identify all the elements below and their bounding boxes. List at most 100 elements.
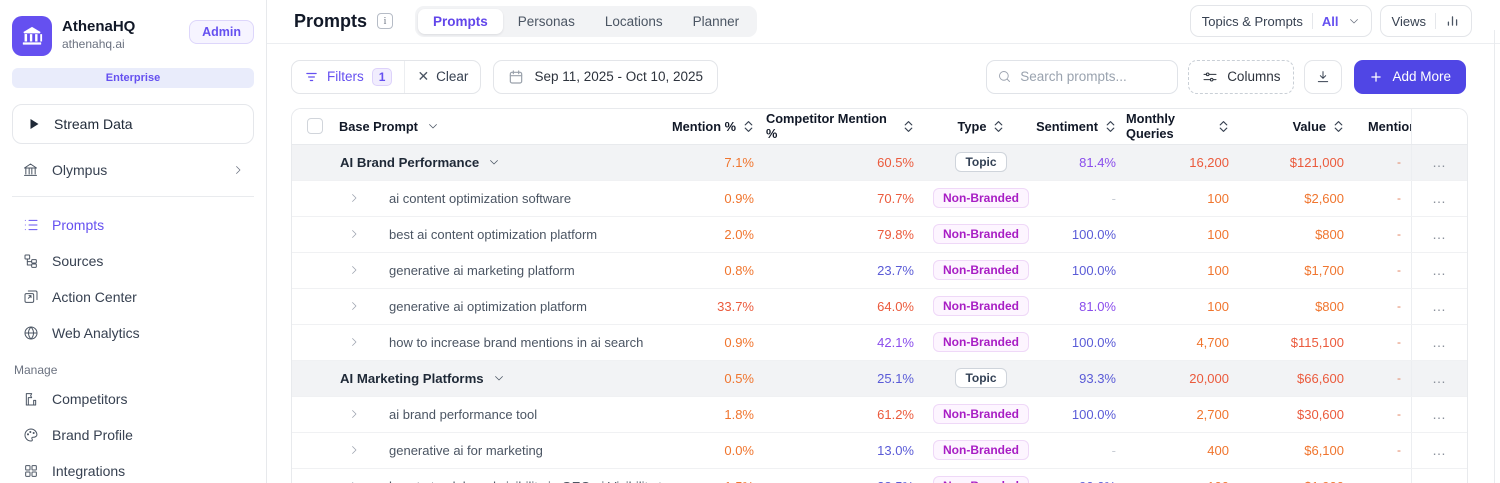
prompt-label: generative ai optimization platform xyxy=(389,298,587,314)
cell-competitor-mention: 23.7% xyxy=(877,262,914,278)
tree-icon xyxy=(22,253,39,269)
sidebar-item-integrations[interactable]: Integrations xyxy=(12,453,254,483)
prompt-label: how to increase brand mentions in ai sea… xyxy=(389,334,644,350)
sort-icon[interactable] xyxy=(1218,120,1229,133)
date-range-picker[interactable]: Sep 11, 2025 - Oct 10, 2025 xyxy=(493,59,719,94)
sort-icon[interactable] xyxy=(743,120,754,133)
workspace-header: AthenaHQ athenahq.ai Admin xyxy=(12,16,254,56)
table-row[interactable]: ai brand performance tool 1.8% 61.2% Non… xyxy=(292,396,1467,433)
prompt-label: ai content optimization software xyxy=(389,190,572,206)
col-mentions: Mentions xyxy=(1368,118,1411,134)
sort-icon[interactable] xyxy=(1105,120,1116,133)
cell-mention: 0.5% xyxy=(724,370,754,386)
sort-icon[interactable] xyxy=(1333,120,1344,133)
tab-planner[interactable]: Planner xyxy=(678,9,755,34)
select-all-checkbox[interactable] xyxy=(307,118,323,135)
table-row[interactable]: how to increase brand mentions in ai sea… xyxy=(292,324,1467,361)
plus-icon xyxy=(1369,70,1383,84)
topic-caret-icon[interactable] xyxy=(493,372,505,384)
type-badge: Non-Branded xyxy=(933,440,1029,461)
row-actions-button[interactable]: … xyxy=(1411,252,1467,288)
sidebar-item-action-center[interactable]: Action Center xyxy=(12,279,254,315)
row-actions-button[interactable]: … xyxy=(1411,468,1467,483)
admin-badge[interactable]: Admin xyxy=(189,20,254,44)
cell-competitor-mention: 70.7% xyxy=(877,190,914,206)
row-actions-button[interactable]: … xyxy=(1411,180,1467,216)
cell-sentiment: 100.0% xyxy=(1071,226,1116,242)
views-button[interactable]: Views xyxy=(1379,5,1472,38)
scope-selector[interactable]: Topics & Prompts All xyxy=(1189,5,1372,38)
table-row[interactable]: AI Marketing Platforms 0.5% 25.1% Topic … xyxy=(292,360,1467,397)
type-badge: Non-Branded xyxy=(933,404,1029,425)
col-type: Type xyxy=(957,118,987,134)
row-actions-button[interactable]: … xyxy=(1411,324,1467,360)
table-row[interactable]: ai content optimization software 0.9% 70… xyxy=(292,180,1467,217)
sidebar-item-competitors[interactable]: Competitors xyxy=(12,381,254,417)
cell-value: $1,700 xyxy=(1304,262,1344,278)
cell-value: $6,100 xyxy=(1304,442,1344,458)
sidebar-item-web-analytics[interactable]: Web Analytics xyxy=(12,315,254,351)
col-base-prompt: Base Prompt xyxy=(339,118,418,134)
topic-caret-icon[interactable] xyxy=(488,156,500,168)
cell-monthly-queries: 100 xyxy=(1207,226,1229,242)
row-actions-button[interactable]: … xyxy=(1411,396,1467,432)
sidebar-item-brand-profile[interactable]: Brand Profile xyxy=(12,417,254,453)
filters-group: Filters 1 ✕ Clear xyxy=(291,59,482,94)
row-expand-icon[interactable] xyxy=(348,264,360,276)
type-badge: Non-Branded xyxy=(933,332,1029,353)
download-button[interactable] xyxy=(1304,59,1343,94)
cell-mentions: - xyxy=(1397,371,1401,386)
row-actions-button[interactable]: … xyxy=(1411,144,1467,180)
cell-competitor-mention: 60.5% xyxy=(877,154,914,170)
add-more-button[interactable]: Add More xyxy=(1354,59,1466,94)
prompt-label: ai brand performance tool xyxy=(389,406,538,422)
row-expand-icon[interactable] xyxy=(348,336,360,348)
table-row[interactable]: generative ai optimization platform 33.7… xyxy=(292,288,1467,325)
table-row[interactable]: best ai content optimization platform 2.… xyxy=(292,216,1467,253)
table-row[interactable]: generative ai marketing platform 0.8% 23… xyxy=(292,252,1467,289)
cell-mention: 0.9% xyxy=(724,190,754,206)
row-expand-icon[interactable] xyxy=(348,228,360,240)
sort-icon[interactable] xyxy=(903,120,914,133)
table-row[interactable]: generative ai for marketing 0.0% 13.0% N… xyxy=(292,432,1467,469)
sidebar: AthenaHQ athenahq.ai Admin Enterprise St… xyxy=(0,0,267,483)
row-expand-icon[interactable] xyxy=(348,192,360,204)
cell-mentions: - xyxy=(1397,299,1401,314)
tab-prompts[interactable]: Prompts xyxy=(418,8,503,34)
search-input[interactable] xyxy=(1020,69,1168,85)
col-competitor-mention: Competitor Mention % xyxy=(766,111,887,142)
sidebar-item-sources[interactable]: Sources xyxy=(12,243,254,279)
row-expand-icon[interactable] xyxy=(348,408,360,420)
stream-data-button[interactable]: Stream Data xyxy=(12,104,254,144)
row-actions-button[interactable]: … xyxy=(1411,288,1467,324)
scrollbar-track[interactable] xyxy=(1494,30,1495,483)
cell-sentiment: - xyxy=(1111,190,1116,206)
tab-locations[interactable]: Locations xyxy=(590,9,678,34)
row-expand-icon[interactable] xyxy=(348,444,360,456)
clear-filters-button[interactable]: ✕ Clear xyxy=(405,61,480,93)
table-row[interactable]: AI Brand Performance 7.1% 60.5% Topic 81… xyxy=(292,144,1467,181)
tab-personas[interactable]: Personas xyxy=(503,9,590,34)
chevron-down-icon[interactable] xyxy=(427,120,439,132)
sidebar-item-prompts[interactable]: Prompts xyxy=(12,207,254,243)
info-icon[interactable]: i xyxy=(377,13,394,30)
cell-monthly-queries: 100 xyxy=(1126,469,1241,483)
row-expand-icon[interactable] xyxy=(348,300,360,312)
table-row[interactable]: how to track brand visibility in GEO ai … xyxy=(292,468,1467,483)
columns-button[interactable]: Columns xyxy=(1188,59,1295,94)
date-range-value: Sep 11, 2025 - Oct 10, 2025 xyxy=(534,69,704,85)
sidebar-item-olympus[interactable]: Olympus xyxy=(12,152,254,188)
cell-mention: 0.9% xyxy=(724,334,754,350)
filters-button[interactable]: Filters 1 xyxy=(292,61,404,93)
main-area: Prompts i Prompts Personas Locations Pla… xyxy=(267,0,1500,483)
row-actions-button[interactable]: … xyxy=(1411,432,1467,468)
cell-mentions: - xyxy=(1397,263,1401,278)
cell-monthly-queries: 2,700 xyxy=(1196,406,1229,422)
sort-icon[interactable] xyxy=(993,120,1004,133)
cell-mentions: - xyxy=(1397,407,1401,422)
prompt-label: how to track brand visibility in GEO ai … xyxy=(389,479,672,483)
type-badge: Non-Branded xyxy=(933,296,1029,317)
row-actions-button[interactable]: … xyxy=(1411,360,1467,396)
search-container xyxy=(986,59,1179,94)
row-actions-button[interactable]: … xyxy=(1411,216,1467,252)
